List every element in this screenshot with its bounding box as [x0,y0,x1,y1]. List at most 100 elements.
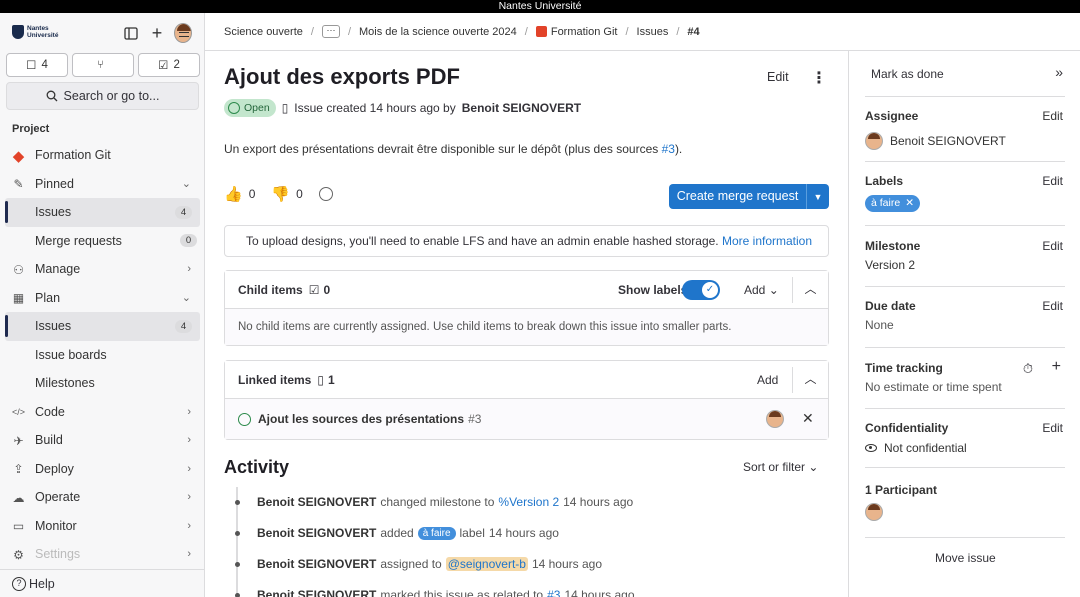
activity-title: Activity [224,457,290,477]
user-mention[interactable]: @seignovert-b [445,557,528,571]
edit-assignee-button[interactable]: Edit [1042,109,1063,123]
breadcrumb-more-button[interactable]: ··· [321,25,340,38]
edit-due-date-button[interactable]: Edit [1042,299,1063,313]
sidebar-item-settings[interactable]: ⚙ Settings › [0,540,204,569]
search-button[interactable]: Search or go to... [6,82,199,110]
issue-description: Un export des présentations devrait être… [224,142,683,156]
thumbs-down-button[interactable]: 👎 0 [271,185,302,203]
eye-icon [865,444,877,452]
activity-event: Benoit SEIGNOVERT added à faire label 14 hou… [257,526,559,540]
reactions-bar: 👍 0 👎 0 [224,185,333,203]
edit-issue-button[interactable]: Edit [767,70,789,84]
remove-label-icon[interactable]: ✕ [905,195,914,212]
code-icon: </> [11,407,25,417]
users-icon: ⚇ [13,262,24,277]
user-avatar[interactable] [174,23,192,43]
breadcrumb-item[interactable]: Mois de la science ouverte 2024 [359,26,517,38]
stopwatch-icon[interactable]: ⏱ [1023,361,1033,377]
description-issue-link[interactable]: #3 [662,142,675,156]
issues-counter-button[interactable]: ☐ 4 [6,53,68,77]
event-time: 14 hours ago [488,526,559,540]
collapse-sidebar-icon[interactable]: » [1055,64,1063,80]
cloud-icon: ☁ [12,490,25,505]
milestone-value[interactable]: Version 2 [865,258,1065,272]
event-author[interactable]: Benoit SEIGNOVERT [257,557,376,571]
sidebar-item-issue-boards[interactable]: Issue boards [0,341,204,370]
label-chip[interactable]: à faire ✕ [865,195,920,212]
sidebar-item-deploy[interactable]: ⇪ Deploy › [0,455,204,484]
participant-avatar[interactable] [865,503,883,521]
sidebar-item-issues[interactable]: Issues 4 [5,198,200,227]
add-reaction-icon[interactable] [318,187,333,201]
mark-as-done-button[interactable]: Mark as done [871,67,944,81]
right-sidebar: Mark as done » Assignee Edit Benoit SEIG… [848,51,1080,597]
add-linked-item-button[interactable]: Add [757,373,778,387]
sidebar-item-build[interactable]: ✈ Build › [0,426,204,455]
chevron-down-icon[interactable]: ▼ [807,192,829,202]
event-link[interactable]: %Version 2 [498,495,559,509]
sidebar-item-merge-requests[interactable]: Merge requests 0 [0,227,204,256]
breadcrumb-item[interactable]: Issues [637,26,669,38]
more-information-link[interactable]: More information [722,234,812,248]
help-icon: ? [12,576,26,591]
collapse-sidebar-icon[interactable] [122,24,140,42]
label-chip[interactable]: à faire [417,526,456,540]
child-items-icon: ☑ [308,282,320,297]
todos-counter-button[interactable]: ☑ 2 [138,53,200,77]
sidebar-item-operate[interactable]: ☁ Operate › [0,483,204,512]
breadcrumb-item[interactable]: Science ouverte [224,26,303,38]
chevron-up-icon[interactable]: ︿ [792,277,828,303]
chevron-up-icon[interactable]: ︿ [792,367,828,393]
remove-link-icon[interactable]: ✕ [802,410,814,427]
assignee-name[interactable]: Benoit SEIGNOVERT [890,134,1006,148]
add-time-icon[interactable]: + [1052,358,1061,376]
thumbs-down-icon: 👎 [271,186,291,203]
plus-icon[interactable]: + [148,23,166,43]
sort-filter-dropdown[interactable]: Sort or filter ⌄ [743,460,818,474]
create-merge-request-button[interactable]: Create merge request ▼ [669,184,829,209]
chevron-right-icon: › [187,548,191,561]
edit-confidentiality-button[interactable]: Edit [1042,421,1063,435]
event-author[interactable]: Benoit SEIGNOVERT [257,588,376,597]
linked-item-title[interactable]: Ajout les sources des présentations [258,412,464,426]
event-link[interactable]: #3 [547,588,560,597]
thumbs-up-button[interactable]: 👍 0 [224,185,255,203]
system-menu-bar: Nantes Université [0,0,1080,13]
help-button[interactable]: ? Help [0,569,204,597]
lfs-notice: To upload designs, you'll need to enable… [224,225,829,257]
sidebar-item-monitor[interactable]: ▭ Monitor › [0,512,204,541]
chevron-right-icon: › [187,519,191,532]
event-author[interactable]: Benoit SEIGNOVERT [257,526,376,540]
sidebar-item-formation-git[interactable]: ◆ Formation Git [0,141,204,170]
sidebar-item-pinned[interactable]: ✎ Pinned ⌄ [0,170,204,199]
activity-event: Benoit SEIGNOVERT marked this issue as re… [257,588,635,597]
more-actions-icon[interactable]: ⋮ [811,68,827,88]
add-child-dropdown[interactable]: Add ⌄ [744,283,779,297]
open-issue-icon [238,412,251,426]
sidebar-item-issues[interactable]: Issues 4 [5,312,200,341]
move-issue-button[interactable]: Move issue [935,551,996,565]
edit-milestone-button[interactable]: Edit [1042,239,1063,253]
event-time: 14 hours ago [564,588,635,597]
event-author[interactable]: Benoit SEIGNOVERT [257,495,376,509]
edit-labels-button[interactable]: Edit [1042,174,1063,188]
breadcrumb: Science ouverte / ··· / Mois de la scien… [205,13,1080,51]
sidebar-item-code[interactable]: </> Code › [0,398,204,427]
deploy-icon: ⇪ [13,462,24,476]
monitor-icon: ▭ [12,519,25,533]
breadcrumb-item[interactable]: Formation Git [551,26,618,38]
show-labels-toggle[interactable] [682,280,720,300]
sidebar-item-manage[interactable]: ⚇ Manage › [0,255,204,284]
linked-items-icon: ▯ [317,372,324,387]
merge-requests-counter-button[interactable]: ⑂ [72,53,134,77]
brand-logo[interactable]: Nantes Université [12,25,58,39]
timeline-dot [235,531,240,536]
activity-event: Benoit SEIGNOVERT changed milestone to %Ve… [257,495,634,509]
count-badge: 0 [180,234,197,248]
logo-mark-icon [12,25,24,39]
sidebar-item-plan[interactable]: ▦ Plan ⌄ [0,284,204,313]
linked-item-row[interactable]: Ajout les sources des présentations #3 ✕ [225,399,828,439]
author-link[interactable]: Benoit SEIGNOVERT [462,101,581,115]
sidebar-item-milestones[interactable]: Milestones [0,369,204,398]
timeline-dot [235,593,240,597]
